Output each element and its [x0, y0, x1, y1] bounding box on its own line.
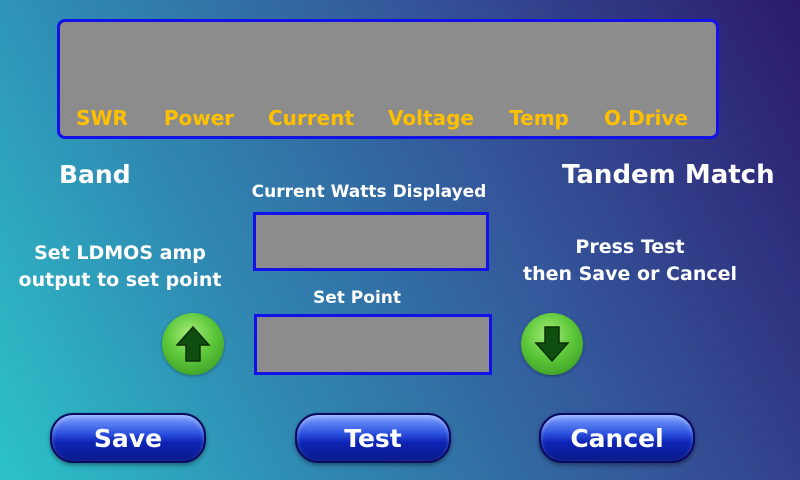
- arrow-up-icon: [175, 325, 211, 362]
- current-watts-display: [253, 212, 489, 271]
- cancel-button[interactable]: Cancel: [539, 413, 695, 463]
- instruction-left: Set LDMOS amp output to set point: [19, 240, 222, 294]
- test-button[interactable]: Test: [295, 413, 451, 463]
- meter-label-power: Power: [163, 106, 235, 130]
- instruction-left-line-2: output to set point: [18, 269, 222, 291]
- set-point-display: [254, 314, 492, 375]
- band-label: Band: [59, 160, 131, 189]
- meter-label-temp: Temp: [509, 106, 569, 130]
- increase-button[interactable]: [162, 313, 224, 375]
- instruction-right: Press Test then Save or Cancel: [523, 234, 737, 288]
- page-title: Tandem Match: [562, 160, 775, 190]
- set-point-label: Set Point: [312, 288, 402, 308]
- save-button[interactable]: Save: [50, 413, 206, 463]
- meter-display-panel: SWR Power Current Voltage Temp O.Drive: [57, 19, 719, 139]
- decrease-button[interactable]: [521, 313, 583, 375]
- instruction-right-line-2: then Save or Cancel: [522, 263, 738, 285]
- meter-label-swr: SWR: [76, 106, 128, 130]
- meter-label-current: Current: [267, 106, 355, 130]
- instruction-left-line-1: Set LDMOS amp: [34, 242, 206, 264]
- meter-label-odrive: O.Drive: [603, 106, 689, 130]
- arrow-down-icon: [534, 326, 570, 363]
- meter-label-voltage: Voltage: [388, 106, 474, 130]
- instruction-right-line-1: Press Test: [575, 236, 685, 258]
- current-watts-label: Current Watts Displayed: [251, 182, 487, 202]
